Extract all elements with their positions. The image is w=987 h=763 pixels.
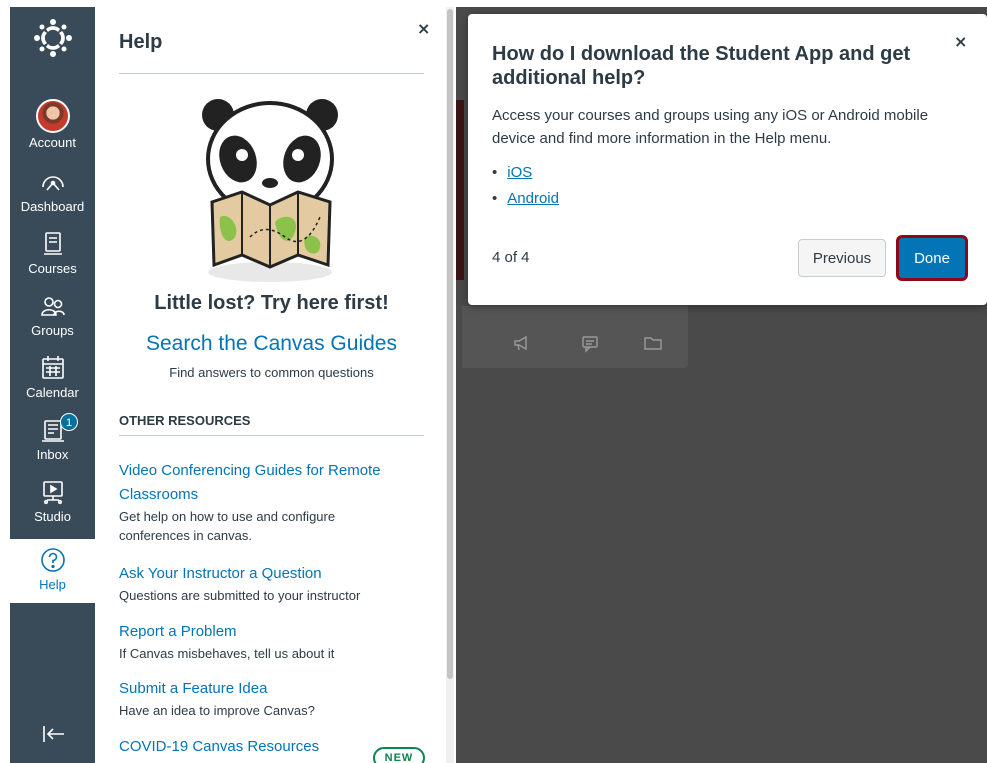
guides-description: Find answers to common questions: [169, 365, 374, 380]
nav-label-help: Help: [39, 577, 66, 592]
canvas-logo-icon[interactable]: [32, 17, 74, 59]
announcements-icon: [514, 335, 527, 351]
help-tray-title: Help: [119, 31, 163, 53]
nav-item-courses[interactable]: Courses: [10, 229, 95, 291]
files-icon: [644, 337, 662, 350]
nav-item-groups[interactable]: Groups: [10, 291, 95, 353]
nav-label-account: Account: [29, 135, 76, 150]
courses-icon: [43, 232, 62, 255]
nav-item-help[interactable]: Help: [10, 539, 95, 603]
resource-item: Video Conferencing Guides for Remote Cla…: [119, 459, 409, 545]
lost-heading: Little lost? Try here first!: [154, 292, 389, 314]
step-counter: 4 of 4: [492, 249, 530, 266]
nav-label-groups: Groups: [31, 323, 74, 338]
popover-title: How do I download the Student App and ge…: [492, 43, 911, 89]
scrollbar-thumb[interactable]: [447, 9, 453, 679]
inbox-unread-badge: 1: [60, 413, 78, 431]
nav-item-dashboard[interactable]: Dashboard: [10, 167, 95, 229]
help-icon: [40, 548, 65, 572]
android-link[interactable]: Android: [507, 190, 559, 207]
resource-link-covid-resources[interactable]: COVID-19 Canvas Resources: [119, 735, 409, 759]
resource-link-report-problem[interactable]: Report a Problem: [119, 620, 409, 644]
resource-description: Questions are submitted to your instruct…: [119, 588, 361, 603]
resource-item: Submit a Feature Idea Have an idea to im…: [119, 677, 409, 720]
resource-description: If Canvas misbehaves, tell us about it: [119, 646, 335, 661]
other-resources-heading: OTHER RESOURCES: [119, 413, 251, 428]
resource-item: Report a Problem If Canvas misbehaves, t…: [119, 620, 409, 663]
resource-link-video-conferencing[interactable]: Video Conferencing Guides for Remote Cla…: [119, 459, 409, 507]
done-button[interactable]: Done: [896, 235, 968, 281]
calendar-icon: [41, 356, 64, 379]
resource-item: COVID-19 Canvas Resources: [119, 735, 409, 759]
nav-item-studio[interactable]: Studio: [10, 477, 95, 539]
collapse-nav-icon[interactable]: [38, 719, 68, 749]
new-badge: NEW: [373, 747, 425, 763]
divider: [119, 73, 424, 74]
nav-label-courses: Courses: [28, 261, 77, 276]
resource-item: Ask Your Instructor a Question Questions…: [119, 562, 409, 605]
course-card-image: [456, 100, 464, 280]
list-item: Android: [492, 186, 559, 212]
help-tray: Help × Little lost? Try here first! Sear…: [95, 7, 445, 763]
resource-description: Get help on how to use and configure con…: [119, 509, 336, 543]
close-icon[interactable]: ×: [954, 32, 967, 51]
search-canvas-guides-link[interactable]: Search the Canvas Guides: [119, 332, 424, 356]
nav-label-calendar: Calendar: [26, 385, 79, 400]
close-icon[interactable]: ×: [417, 19, 430, 38]
popover-body: Access your courses and groups using any…: [492, 107, 929, 147]
help-tray-scrollbar[interactable]: [446, 7, 454, 763]
global-navigation: Account Dashboard Courses Groups Calenda…: [10, 7, 95, 763]
panda-with-map-illustration: [202, 99, 338, 282]
avatar: [35, 99, 70, 133]
nav-item-account[interactable]: Account: [10, 99, 95, 161]
groups-icon: [40, 297, 65, 316]
nav-label-dashboard: Dashboard: [20, 199, 85, 214]
nav-item-inbox[interactable]: 1 Inbox: [10, 413, 95, 477]
resource-description: Have an idea to improve Canvas?: [119, 703, 315, 718]
nav-label-studio: Studio: [34, 509, 71, 524]
nav-label-inbox: Inbox: [36, 447, 69, 462]
previous-button[interactable]: Previous: [798, 239, 886, 277]
resource-link-submit-feature[interactable]: Submit a Feature Idea: [119, 677, 409, 701]
app-link-list: iOS Android: [492, 160, 559, 212]
dashboard-icon: [41, 176, 64, 191]
nav-item-calendar[interactable]: Calendar: [10, 353, 95, 415]
resource-link-ask-instructor[interactable]: Ask Your Instructor a Question: [119, 562, 409, 586]
divider: [119, 435, 424, 436]
studio-icon: [42, 481, 63, 505]
tour-popover: How do I download the Student App and ge…: [468, 14, 987, 305]
frame-top: [0, 0, 987, 5]
list-item: iOS: [492, 160, 559, 186]
ios-link[interactable]: iOS: [507, 164, 532, 181]
discussions-icon: [582, 336, 598, 353]
